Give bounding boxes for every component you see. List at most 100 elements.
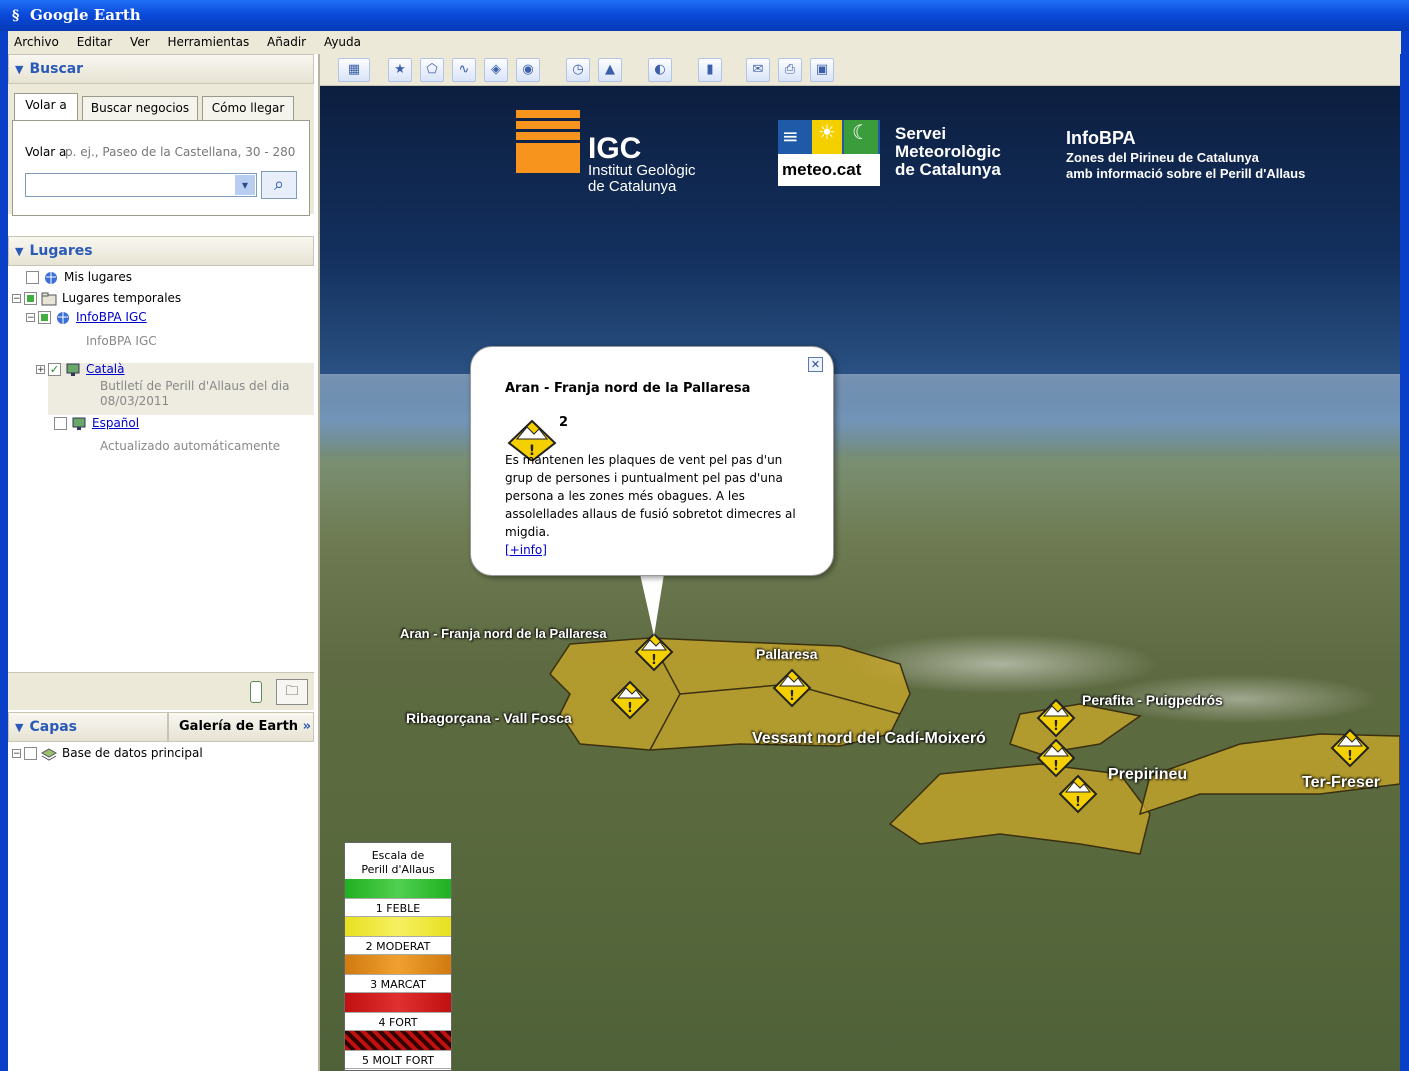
svg-text:!: ! bbox=[651, 653, 657, 668]
volar-a-label: Volar a bbox=[25, 145, 67, 159]
zone-label-ribagorcana: Ribagorçana - Vall Fosca bbox=[406, 710, 572, 726]
avalanche-warning-icon[interactable]: ! bbox=[772, 668, 812, 708]
globe-icon bbox=[45, 271, 57, 284]
legend-swatch-molt-fort bbox=[345, 1031, 451, 1050]
legend-swatch-fort bbox=[345, 993, 451, 1012]
checkbox[interactable] bbox=[54, 417, 67, 430]
avalanche-warning-icon[interactable]: ! bbox=[610, 680, 650, 720]
legend-label-fort: 4 FORT bbox=[345, 1012, 451, 1031]
app-icon: § bbox=[12, 8, 20, 24]
folder-open-button[interactable]: 🗀 bbox=[276, 679, 308, 705]
buscar-header-label: Buscar bbox=[29, 61, 84, 77]
tab-volar-a[interactable]: Volar a bbox=[14, 93, 78, 120]
lugares-header[interactable]: ▼ Lugares bbox=[8, 236, 314, 266]
expand-icon[interactable]: + bbox=[36, 365, 45, 375]
tree-item-mis-lugares[interactable]: Mis lugares bbox=[26, 270, 132, 285]
danger-level-number: 2 bbox=[559, 415, 569, 430]
espanol-link[interactable]: Español bbox=[92, 416, 139, 430]
collapse-icon[interactable]: − bbox=[12, 294, 21, 304]
collapse-icon[interactable]: − bbox=[26, 313, 35, 323]
network-link-icon bbox=[72, 417, 86, 430]
svg-text:!: ! bbox=[1053, 719, 1059, 734]
menu-bar: Archivo Editar Ver Herramientas Añadir A… bbox=[0, 31, 1409, 54]
zone-label-cadi: Vessant nord del Cadí-Moixeró bbox=[752, 730, 986, 747]
balloon-title: Aran - Franja nord de la Pallaresa bbox=[505, 381, 751, 396]
galeria-earth-button[interactable]: Galería de Earth » bbox=[168, 712, 314, 742]
tree-item-espanol[interactable]: Español bbox=[54, 416, 139, 431]
galeria-earth-label: Galería de Earth bbox=[179, 719, 299, 734]
catala-link[interactable]: Català bbox=[86, 362, 124, 376]
zone-label-prepirineu: Prepirineu bbox=[1108, 766, 1188, 783]
zone-label-pallaresa: Pallaresa bbox=[756, 646, 818, 662]
collapse-triangle-icon: ▼ bbox=[15, 245, 24, 258]
more-info-link[interactable]: [+info] bbox=[505, 543, 547, 557]
svg-text:!: ! bbox=[789, 689, 795, 704]
avalanche-warning-icon[interactable]: ! bbox=[1036, 738, 1076, 778]
checkbox[interactable] bbox=[48, 363, 61, 376]
svg-text:!: ! bbox=[1075, 795, 1081, 810]
menu-editar[interactable]: Editar bbox=[77, 31, 113, 49]
capas-header-label: Capas bbox=[29, 719, 77, 735]
search-button[interactable]: ⌕ bbox=[261, 171, 297, 199]
volar-a-panel: Volar a p. ej., Paseo de la Castellana, … bbox=[12, 120, 310, 216]
checkbox[interactable] bbox=[24, 747, 37, 760]
legend-swatch-feble bbox=[345, 879, 451, 898]
tree-item-infobpa[interactable]: − InfoBPA IGC bbox=[26, 310, 147, 325]
avalanche-warning-icon[interactable]: ! bbox=[1058, 774, 1098, 814]
collapse-triangle-icon: ▼ bbox=[15, 721, 24, 734]
expand-icon[interactable]: − bbox=[12, 749, 21, 759]
legend-title-line2: Perill d'Allaus bbox=[361, 863, 435, 876]
avalanche-warning-icon[interactable]: ! bbox=[1036, 698, 1076, 738]
tree-item-label: Lugares temporales bbox=[62, 291, 182, 305]
layers-icon bbox=[41, 747, 57, 761]
menu-anadir[interactable]: Añadir bbox=[267, 31, 306, 49]
tree-item-catala[interactable]: + Català bbox=[36, 362, 124, 377]
avalanche-warning-icon[interactable]: ! bbox=[1330, 728, 1370, 768]
infobpa-link[interactable]: InfoBPA IGC bbox=[76, 310, 147, 324]
zone-label-perafita: Perafita - Puigpedrós bbox=[1082, 692, 1223, 708]
legend-title-line1: Escala de bbox=[371, 849, 425, 862]
zone-label-ter-freser: Ter-Freser bbox=[1302, 774, 1380, 791]
tab-como-llegar[interactable]: Cómo llegar bbox=[202, 96, 294, 120]
buscar-header[interactable]: ▼ Buscar bbox=[8, 54, 314, 84]
checkbox[interactable] bbox=[26, 271, 39, 284]
volar-a-hint: p. ej., Paseo de la Castellana, 30 - 280 bbox=[65, 145, 296, 159]
balloon-text: Es mantenen les plaques de vent pel pas … bbox=[505, 453, 796, 539]
window-title: Google Earth bbox=[30, 6, 141, 24]
scroll-handle[interactable] bbox=[250, 681, 262, 703]
zone-label-aran: Aran - Franja nord de la Pallaresa bbox=[400, 626, 607, 641]
close-icon[interactable]: ✕ bbox=[808, 357, 823, 372]
buscar-panel: Volar a Buscar negocios Cómo llegar Vola… bbox=[8, 84, 314, 216]
lugares-header-label: Lugares bbox=[29, 243, 93, 259]
legend-swatch-marcat bbox=[345, 955, 451, 974]
capas-header[interactable]: ▼ Capas bbox=[8, 712, 168, 742]
search-icon: ⌕ bbox=[273, 174, 285, 195]
tree-item-base-datos[interactable]: − Base de datos principal bbox=[12, 746, 203, 761]
svg-text:!: ! bbox=[627, 701, 633, 716]
menu-herramientas[interactable]: Herramientas bbox=[167, 31, 249, 49]
earth-3d-view[interactable]: ▦ ★ ⬠ ∿ ◈ ◉ ◷ ▲ ◐ ▮ ✉ ⎙ ▣ IGC Institut G… bbox=[320, 54, 1400, 1071]
balloon-body: Es mantenen les plaques de vent pel pas … bbox=[505, 433, 805, 559]
tree-item-lugares-temporales[interactable]: − Lugares temporales bbox=[12, 291, 181, 306]
globe-icon bbox=[57, 311, 69, 324]
checkbox[interactable] bbox=[24, 292, 37, 305]
legend-label-feble: 1 FEBLE bbox=[345, 898, 451, 917]
menu-ver[interactable]: Ver bbox=[130, 31, 150, 49]
menu-ayuda[interactable]: Ayuda bbox=[324, 31, 361, 49]
legend-title: Escala de Perill d'Allaus bbox=[345, 843, 451, 879]
menu-archivo[interactable]: Archivo bbox=[14, 31, 59, 49]
dropdown-arrow-icon[interactable]: ▾ bbox=[235, 175, 255, 195]
tab-buscar-negocios[interactable]: Buscar negocios bbox=[82, 96, 198, 120]
collapse-triangle-icon: ▼ bbox=[15, 63, 24, 76]
tree-item-label: Mis lugares bbox=[64, 270, 132, 284]
tree-item-sub: InfoBPA IGC bbox=[86, 334, 157, 348]
google-earth-window: § Google Earth Archivo Editar Ver Herrami… bbox=[0, 0, 1409, 1071]
tree-item-sub: Actualizado automáticamente bbox=[100, 439, 281, 453]
network-link-icon bbox=[66, 363, 80, 376]
checkbox[interactable] bbox=[38, 311, 51, 324]
svg-text:!: ! bbox=[1053, 759, 1059, 774]
svg-text:!: ! bbox=[1347, 749, 1353, 764]
legend-label-moderat: 2 MODERAT bbox=[345, 936, 451, 955]
avalanche-warning-icon[interactable]: ! bbox=[634, 632, 674, 672]
volar-a-input[interactable] bbox=[25, 173, 257, 197]
